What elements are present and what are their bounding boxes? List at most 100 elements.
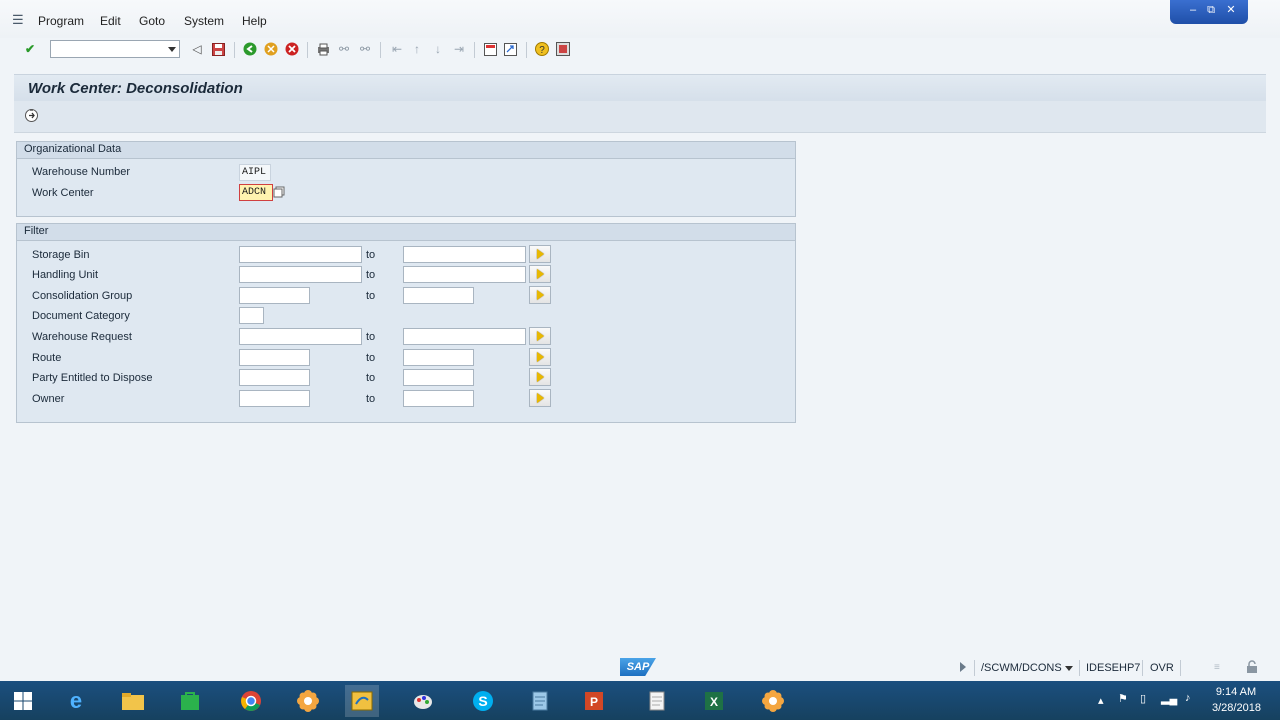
enter-icon[interactable]: ✔ bbox=[22, 41, 38, 57]
group-header: Organizational Data bbox=[17, 142, 795, 159]
powerpoint-icon[interactable]: P bbox=[577, 685, 611, 717]
arrow-right-icon bbox=[536, 269, 544, 279]
route-to-field[interactable] bbox=[403, 349, 474, 366]
multiple-selection-button[interactable] bbox=[529, 286, 551, 304]
windows-start-icon[interactable] bbox=[6, 685, 40, 717]
menu-help[interactable]: Help bbox=[242, 14, 267, 28]
exit-icon[interactable] bbox=[263, 41, 279, 57]
network-icon[interactable]: ▂▄ bbox=[1161, 692, 1177, 705]
storage-bin-from-field[interactable] bbox=[239, 246, 362, 263]
consolidation-group-from-field[interactable] bbox=[239, 287, 310, 304]
system-id: IDESEHP7 bbox=[1086, 662, 1141, 674]
first-page-icon[interactable]: ⇤ bbox=[389, 41, 405, 57]
next-page-icon[interactable]: ↓ bbox=[430, 41, 446, 57]
clock-time[interactable]: 9:14 AM bbox=[1212, 686, 1260, 698]
find-icon[interactable]: ⚯ bbox=[336, 41, 352, 57]
lock-icon[interactable] bbox=[1245, 660, 1259, 677]
work-center-field[interactable]: ADCN bbox=[239, 184, 273, 201]
route-from-field[interactable] bbox=[239, 349, 310, 366]
party-entitled-from-field[interactable] bbox=[239, 369, 310, 386]
last-page-icon[interactable]: ⇥ bbox=[451, 41, 467, 57]
party-entitled-label: Party Entitled to Dispose bbox=[32, 372, 153, 384]
to-label: to bbox=[366, 352, 376, 364]
excel-icon[interactable]: X bbox=[697, 685, 731, 717]
warehouse-request-to-field[interactable] bbox=[403, 328, 526, 345]
handling-unit-label: Handling Unit bbox=[32, 269, 99, 281]
document-icon[interactable] bbox=[640, 685, 674, 717]
svg-text:X: X bbox=[710, 695, 718, 709]
layout-icon[interactable] bbox=[555, 41, 571, 57]
clock-date[interactable]: 3/28/2018 bbox=[1212, 702, 1261, 714]
arrow-right-icon bbox=[536, 352, 544, 362]
chrome-icon[interactable] bbox=[234, 685, 268, 717]
green-back-icon[interactable] bbox=[242, 41, 258, 57]
transaction-code[interactable]: /SCWM/DCONS bbox=[981, 662, 1062, 674]
os-taskbar: e S P X ▴ ⚑ ▯ ▂▄ ♪ 9:14 AM 3/28/2018 bbox=[0, 681, 1280, 720]
owner-to-field[interactable] bbox=[403, 390, 474, 407]
insert-mode[interactable]: OVR bbox=[1150, 662, 1174, 674]
help-icon[interactable]: ? bbox=[534, 41, 550, 57]
back-arrow-icon[interactable]: ◁ bbox=[189, 41, 205, 57]
find-next-icon[interactable]: ⚯ bbox=[357, 41, 373, 57]
internet-explorer-icon[interactable]: e bbox=[59, 685, 93, 717]
file-explorer-icon[interactable] bbox=[116, 685, 150, 717]
menu-edit[interactable]: Edit bbox=[100, 14, 121, 28]
toolbar-separator bbox=[307, 42, 308, 58]
chevron-down-icon[interactable] bbox=[168, 47, 176, 52]
warehouse-request-from-field[interactable] bbox=[239, 328, 362, 345]
sap-logon-icon[interactable] bbox=[291, 685, 325, 717]
save-icon[interactable] bbox=[210, 41, 226, 57]
storage-bin-label: Storage Bin bbox=[32, 249, 90, 261]
multiple-selection-button[interactable] bbox=[529, 245, 551, 263]
consolidation-group-to-field[interactable] bbox=[403, 287, 474, 304]
multiple-selection-button[interactable] bbox=[529, 348, 551, 366]
menu-goto[interactable]: Goto bbox=[139, 14, 165, 28]
to-label: to bbox=[366, 290, 376, 302]
new-session-icon[interactable] bbox=[482, 41, 498, 57]
battery-icon[interactable]: ▯ bbox=[1140, 692, 1146, 705]
flag-icon[interactable]: ⚑ bbox=[1118, 692, 1128, 705]
multiple-selection-button[interactable] bbox=[529, 368, 551, 386]
multiple-selection-button[interactable] bbox=[529, 389, 551, 407]
handling-unit-from-field[interactable] bbox=[239, 266, 362, 283]
minimize-icon[interactable]: ‒ bbox=[1186, 4, 1200, 16]
cancel-icon[interactable] bbox=[284, 41, 300, 57]
handling-unit-to-field[interactable] bbox=[403, 266, 526, 283]
volume-icon[interactable]: ♪ bbox=[1185, 692, 1191, 704]
search-help-icon[interactable] bbox=[273, 186, 285, 198]
owner-from-field[interactable] bbox=[239, 390, 310, 407]
to-label: to bbox=[366, 331, 376, 343]
status-expand-icon[interactable] bbox=[960, 662, 966, 672]
to-label: to bbox=[366, 269, 376, 281]
window-controls: ‒ ⧉ ✕ bbox=[1170, 0, 1248, 24]
command-field[interactable] bbox=[50, 40, 180, 58]
close-icon[interactable]: ✕ bbox=[1224, 4, 1238, 16]
system-menu-icon[interactable]: ☰ bbox=[12, 12, 24, 28]
execute-icon[interactable] bbox=[24, 108, 39, 126]
tray-expand-icon[interactable]: ▴ bbox=[1098, 694, 1104, 707]
menu-program[interactable]: Program bbox=[38, 14, 84, 28]
skype-icon[interactable]: S bbox=[466, 685, 500, 717]
document-category-field[interactable] bbox=[239, 307, 264, 324]
status-separator bbox=[1142, 660, 1143, 676]
restore-icon[interactable]: ⧉ bbox=[1204, 4, 1218, 16]
warehouse-number-field[interactable]: AIPL bbox=[239, 164, 271, 181]
prev-page-icon[interactable]: ↑ bbox=[409, 41, 425, 57]
store-icon[interactable] bbox=[173, 685, 207, 717]
multiple-selection-button[interactable] bbox=[529, 327, 551, 345]
menu-system[interactable]: System bbox=[184, 14, 224, 28]
shortcut-icon[interactable] bbox=[502, 41, 518, 57]
sap-gui-icon[interactable] bbox=[345, 685, 379, 717]
toolbar-separator bbox=[234, 42, 235, 58]
toolbar-separator bbox=[474, 42, 475, 58]
paint-icon[interactable] bbox=[406, 685, 440, 717]
chevron-down-icon[interactable] bbox=[1065, 666, 1073, 671]
party-entitled-to-field[interactable] bbox=[403, 369, 474, 386]
group-title: Filter bbox=[24, 225, 49, 237]
storage-bin-to-field[interactable] bbox=[403, 246, 526, 263]
notes-icon[interactable] bbox=[523, 685, 557, 717]
sap-logo: SAP bbox=[620, 658, 656, 676]
print-icon[interactable] bbox=[315, 41, 331, 57]
sap-business-client-icon[interactable] bbox=[756, 685, 790, 717]
multiple-selection-button[interactable] bbox=[529, 265, 551, 283]
